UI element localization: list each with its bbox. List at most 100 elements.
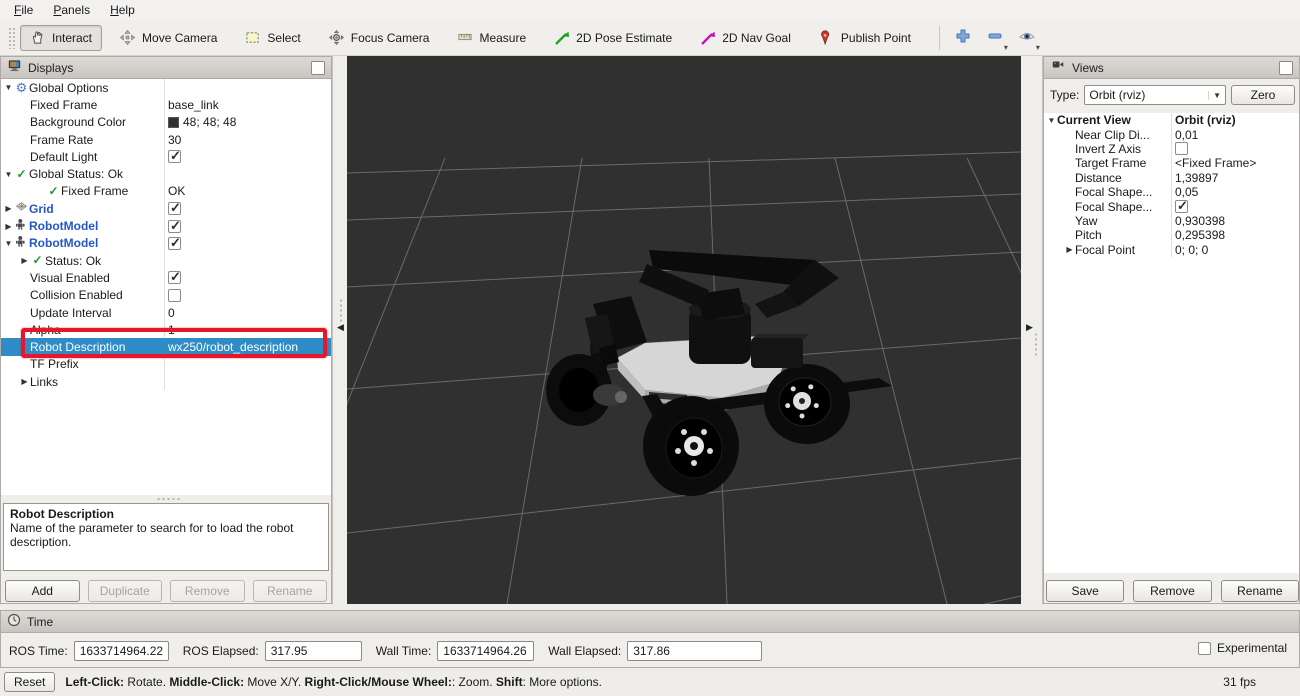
tree-row-background-color[interactable]: Background Color48; 48; 48 (1, 114, 331, 131)
remove-button[interactable]: Remove (1133, 580, 1211, 602)
views-panel-checkbox[interactable] (1279, 61, 1293, 75)
experimental-toggle[interactable]: Experimental (1198, 641, 1287, 655)
nav-goal-icon (700, 30, 716, 46)
gear-icon: ⚙ (14, 82, 29, 93)
time-field-input[interactable]: 1633714964.22 (74, 641, 169, 661)
menu-file[interactable]: File (4, 1, 43, 19)
time-panel: Time ROS Time:1633714964.22 ROS Elapsed: 3… (0, 610, 1300, 668)
tool-focus-camera[interactable]: Focus Camera (319, 25, 440, 51)
tree-row-distance[interactable]: Distance1,39897 (1044, 171, 1299, 185)
add-tool-button[interactable] (950, 25, 976, 51)
tree-row-target-frame[interactable]: Target Frame<Fixed Frame> (1044, 156, 1299, 170)
collapse-arrow-icon[interactable]: ▶ (3, 204, 14, 213)
experimental-checkbox[interactable] (1198, 642, 1211, 655)
collapse-arrow-icon[interactable]: ▶ (3, 222, 14, 231)
tool-visibility-button[interactable]: ▾ (1014, 25, 1040, 51)
tree-row-grid[interactable]: ▶Grid (1, 200, 331, 217)
tree-row-global-options[interactable]: ▼⚙Global Options (1, 79, 331, 96)
value-checkbox[interactable] (168, 237, 181, 250)
tree-row-fixed-frame[interactable]: Fixed Framebase_link (1, 96, 331, 113)
value-checkbox[interactable] (1175, 200, 1188, 213)
time-panel-header[interactable]: Time (1, 611, 1299, 633)
move-camera-icon (120, 30, 136, 46)
tool-measure[interactable]: Measure (447, 25, 536, 51)
time-field-input[interactable]: 1633714964.26 (437, 641, 534, 661)
view-type-combobox[interactable]: Orbit (rviz) ▼ (1084, 85, 1226, 105)
value-checkbox[interactable] (168, 150, 181, 163)
tree-row-collision-enabled[interactable]: Collision Enabled (1, 287, 331, 304)
hand-icon (30, 30, 46, 46)
displays-icon (7, 59, 22, 76)
tool-select[interactable]: Select (235, 25, 310, 51)
3d-viewport[interactable] (347, 56, 1021, 604)
tree-row-robotmodel[interactable]: ▼RobotModel (1, 235, 331, 252)
tree-row-robotmodel[interactable]: ▶RobotModel (1, 217, 331, 234)
expand-arrow-icon[interactable]: ▼ (1046, 116, 1057, 125)
expand-arrow-icon[interactable]: ▼ (3, 239, 14, 248)
save-button[interactable]: Save (1046, 580, 1124, 602)
time-field-input[interactable]: 317.95 (265, 641, 362, 661)
tree-row-fixed-frame[interactable]: ✓Fixed FrameOK (1, 183, 331, 200)
tree-row-status-ok[interactable]: ▶✓Status: Ok (1, 252, 331, 269)
reset-button[interactable]: Reset (4, 672, 55, 692)
collapse-arrow-icon[interactable]: ▶ (1064, 245, 1075, 254)
tree-row-links[interactable]: ▶Links (1, 373, 331, 390)
zero-button[interactable]: Zero (1231, 85, 1295, 105)
property-help-title: Robot Description (10, 507, 322, 521)
tool-interact[interactable]: Interact (20, 25, 102, 51)
tree-row-tf-prefix[interactable]: TF Prefix (1, 356, 331, 373)
tree-row-robot-description[interactable]: Robot Descriptionwx250/robot_description (1, 338, 331, 355)
value-checkbox[interactable] (168, 289, 181, 302)
toolbar-separator (939, 26, 940, 50)
tree-row-current-view[interactable]: ▼Current ViewOrbit (rviz) (1044, 113, 1299, 127)
rename-button[interactable]: Rename (1221, 580, 1299, 602)
value-checkbox[interactable] (1175, 142, 1188, 155)
tree-row-update-interval[interactable]: Update Interval0 (1, 304, 331, 321)
remove-tool-button[interactable]: ▾ (982, 25, 1008, 51)
tree-row-focal-shape-[interactable]: Focal Shape... (1044, 199, 1299, 213)
tree-row-focal-shape-[interactable]: Focal Shape...0,05 (1044, 185, 1299, 199)
tree-row-pitch[interactable]: Pitch0,295398 (1044, 228, 1299, 242)
collapse-left-icon[interactable]: ◀ (337, 322, 344, 333)
time-field-label: ROS Elapsed: (183, 644, 259, 658)
left-splitter[interactable]: ◀ (332, 56, 347, 604)
views-panel-header[interactable]: Views (1044, 57, 1299, 79)
tree-row-global-status-ok[interactable]: ▼✓Global Status: Ok (1, 165, 331, 182)
expand-arrow-icon[interactable]: ▼ (3, 83, 14, 92)
collapse-right-icon[interactable]: ▶ (1026, 322, 1033, 333)
tree-row-default-light[interactable]: Default Light (1, 148, 331, 165)
tree-row-frame-rate[interactable]: Frame Rate30 (1, 131, 331, 148)
displays-tree: ▼⚙Global OptionsFixed Framebase_linkBack… (1, 79, 331, 495)
tree-row-invert-z-axis[interactable]: Invert Z Axis (1044, 142, 1299, 156)
collapse-arrow-icon[interactable]: ▶ (19, 377, 30, 386)
right-splitter[interactable]: ▶ (1021, 56, 1043, 604)
tool-publish-point[interactable]: Publish Point (809, 25, 921, 51)
property-label: TF Prefix (30, 357, 79, 371)
tool-2d-nav-goal[interactable]: 2D Nav Goal (690, 25, 801, 51)
tool-2d-pose-estimate[interactable]: 2D Pose Estimate (544, 25, 682, 51)
collapse-arrow-icon[interactable]: ▶ (19, 256, 30, 265)
ros-time-field: ROS Time:1633714964.22 (9, 641, 169, 661)
displays-panel-checkbox[interactable] (311, 61, 325, 75)
displays-splitter-handle[interactable] (156, 497, 182, 501)
tool-move-camera[interactable]: Move Camera (110, 25, 227, 51)
menu-panels[interactable]: Panels (43, 1, 100, 19)
tree-row-visual-enabled[interactable]: Visual Enabled (1, 269, 331, 286)
tree-row-near-clip-di-[interactable]: Near Clip Di...0,01 (1044, 127, 1299, 141)
tree-row-focal-point[interactable]: ▶Focal Point0; 0; 0 (1044, 243, 1299, 257)
tool-label: 2D Nav Goal (722, 31, 791, 45)
grid-icon (14, 201, 29, 217)
value-checkbox[interactable] (168, 202, 181, 215)
add-button[interactable]: Add (5, 580, 80, 602)
expand-arrow-icon[interactable]: ▼ (3, 170, 14, 179)
value-checkbox[interactable] (168, 271, 181, 284)
menu-help[interactable]: Help (100, 1, 145, 19)
toolbar-drag-handle[interactable] (8, 27, 16, 49)
duplicate-button: Duplicate (88, 580, 163, 602)
tool-label: Publish Point (841, 31, 911, 45)
tree-row-alpha[interactable]: Alpha1 (1, 321, 331, 338)
time-field-input[interactable]: 317.86 (627, 641, 762, 661)
value-checkbox[interactable] (168, 220, 181, 233)
displays-panel-header[interactable]: Displays (1, 57, 331, 79)
tree-row-yaw[interactable]: Yaw0,930398 (1044, 214, 1299, 228)
